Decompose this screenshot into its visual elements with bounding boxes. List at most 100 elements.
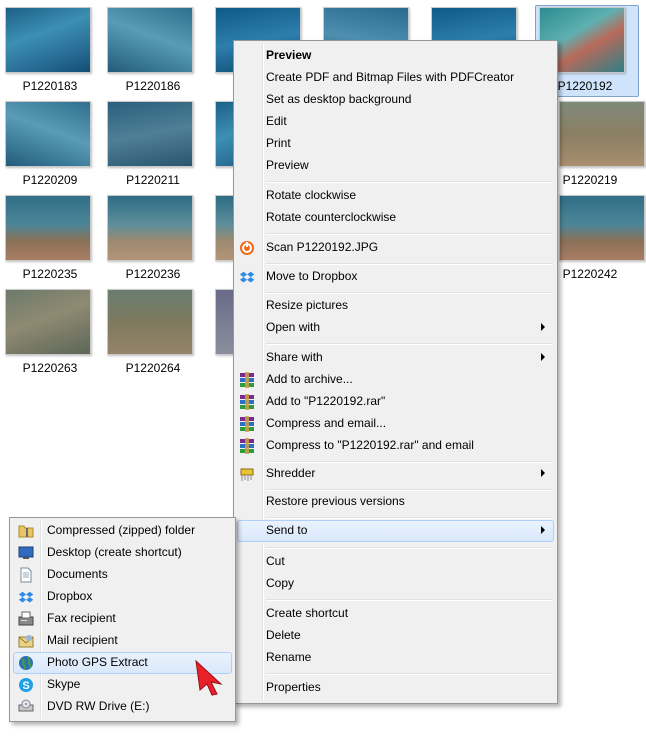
menu-item-label: Compress to "P1220192.rar" and email <box>266 438 474 452</box>
menu-item-add-to-rar[interactable]: Add to "P1220192.rar" <box>237 391 554 413</box>
menu-item-create-shortcut[interactable]: Create shortcut <box>237 603 554 625</box>
thumbnail-p1220263[interactable] <box>5 289 91 355</box>
menu-item-label: Add to "P1220192.rar" <box>266 394 386 408</box>
send-to-mail-recipient[interactable]: Mail recipient <box>13 630 232 652</box>
menu-item-label: Rotate clockwise <box>266 188 357 202</box>
thumbnail-p1220186[interactable] <box>107 7 193 73</box>
menu-item-label: Resize pictures <box>266 298 349 312</box>
thumbnail-p1220183[interactable] <box>5 7 91 73</box>
menu-item-label: Set as desktop background <box>266 92 412 106</box>
menu-item-label: Shredder <box>266 466 316 480</box>
menu-item-label: Edit <box>266 114 287 128</box>
thumbnail-label: P1220235 <box>22 267 78 281</box>
menu-item-add-to-archive[interactable]: Add to archive... <box>237 369 554 391</box>
menu-item-label: Preview <box>266 48 312 62</box>
thumbnail-label: P1220183 <box>22 79 78 93</box>
menu-item-rename[interactable]: Rename <box>237 647 554 669</box>
submenu-arrow-icon <box>541 353 545 361</box>
menu-item-copy[interactable]: Copy <box>237 573 554 595</box>
thumbnail-label: P1220186 <box>125 79 181 93</box>
thumbnail-label: P1220211 <box>126 173 180 187</box>
context-menu: Preview Create PDF and Bitmap Files with… <box>233 40 558 704</box>
thumbnail-label: P1220264 <box>125 361 181 375</box>
menu-item-label: Compress and email... <box>266 416 387 430</box>
menu-separator <box>266 673 553 675</box>
dvd-drive-icon <box>18 699 34 715</box>
menu-separator <box>266 547 553 549</box>
send-to-fax-recipient[interactable]: Fax recipient <box>13 608 232 630</box>
menu-item-move-to-dropbox[interactable]: Move to Dropbox <box>237 266 554 288</box>
menu-item-label: Send to <box>266 523 308 537</box>
menu-item-delete[interactable]: Delete <box>237 625 554 647</box>
menu-item-send-to[interactable]: Send to <box>237 520 554 542</box>
menu-separator <box>266 517 553 519</box>
thumbnail-p1220219[interactable] <box>559 101 645 167</box>
send-to-compressed-folder[interactable]: Compressed (zipped) folder <box>13 520 232 542</box>
menu-item-open-with[interactable]: Open with <box>237 317 554 339</box>
menu-item-label: Scan P1220192.JPG <box>266 240 379 254</box>
menu-item-label: Properties <box>266 680 321 694</box>
scan-icon <box>239 240 255 256</box>
thumbnail-label: P1220236 <box>125 267 181 281</box>
menu-item-label: Create shortcut <box>266 606 349 620</box>
menu-separator <box>266 292 553 294</box>
menu-item-cut[interactable]: Cut <box>237 551 554 573</box>
menu-item-compress-rar-and-email[interactable]: Compress to "P1220192.rar" and email <box>237 435 554 457</box>
shredder-icon <box>239 466 255 482</box>
menu-item-properties[interactable]: Properties <box>237 677 554 699</box>
menu-item-label: Desktop (create shortcut) <box>47 545 182 559</box>
menu-item-preview-default[interactable]: Preview <box>237 45 554 67</box>
send-to-desktop[interactable]: Desktop (create shortcut) <box>13 542 232 564</box>
thumbnail-p1220211[interactable] <box>107 101 193 167</box>
menu-item-share-with[interactable]: Share with <box>237 347 554 369</box>
menu-item-print[interactable]: Print <box>237 133 554 155</box>
menu-item-label: Preview <box>266 158 309 172</box>
menu-item-label: Print <box>266 136 291 150</box>
menu-item-label: Rotate counterclockwise <box>266 210 397 224</box>
menu-item-label: Create PDF and Bitmap Files with PDFCrea… <box>266 70 515 84</box>
winrar-icon <box>239 394 255 410</box>
send-to-documents[interactable]: Documents <box>13 564 232 586</box>
menu-item-rotate-counterclockwise[interactable]: Rotate counterclockwise <box>237 207 554 229</box>
menu-item-label: Cut <box>266 554 285 568</box>
winrar-icon <box>239 438 255 454</box>
red-pointer-arrow-icon <box>195 660 223 696</box>
menu-item-restore-previous-versions[interactable]: Restore previous versions <box>237 491 554 513</box>
menu-item-resize-pictures[interactable]: Resize pictures <box>237 295 554 317</box>
menu-separator <box>266 599 553 601</box>
menu-separator <box>266 263 553 265</box>
menu-item-set-desktop-background[interactable]: Set as desktop background <box>237 89 554 111</box>
menu-item-scan[interactable]: Scan P1220192.JPG <box>237 237 554 259</box>
menu-item-label: Rename <box>266 650 312 664</box>
dropbox-icon <box>239 269 255 285</box>
menu-item-label: Documents <box>47 567 108 581</box>
fax-icon <box>18 611 34 627</box>
thumbnail-p1220242[interactable] <box>559 195 645 261</box>
menu-item-compress-and-email[interactable]: Compress and email... <box>237 413 554 435</box>
thumbnail-p1220235[interactable] <box>5 195 91 261</box>
submenu-arrow-icon <box>541 323 545 331</box>
send-to-dvd-drive[interactable]: DVD RW Drive (E:) <box>13 696 232 718</box>
menu-item-edit[interactable]: Edit <box>237 111 554 133</box>
thumbnail-p1220264[interactable] <box>107 289 193 355</box>
menu-item-preview[interactable]: Preview <box>237 155 554 177</box>
winrar-icon <box>239 372 255 388</box>
dropbox-icon <box>18 589 34 605</box>
menu-separator <box>266 233 553 235</box>
desktop-icon <box>18 545 34 561</box>
send-to-dropbox[interactable]: Dropbox <box>13 586 232 608</box>
menu-item-create-pdf[interactable]: Create PDF and Bitmap Files with PDFCrea… <box>237 67 554 89</box>
menu-item-label: Compressed (zipped) folder <box>47 523 196 537</box>
zip-folder-icon <box>18 523 34 539</box>
menu-item-label: Skype <box>47 677 81 691</box>
svg-text:S: S <box>22 680 29 692</box>
menu-separator <box>266 343 553 345</box>
menu-item-rotate-clockwise[interactable]: Rotate clockwise <box>237 185 554 207</box>
menu-item-shredder[interactable]: Shredder <box>237 463 554 485</box>
submenu-arrow-icon <box>541 469 545 477</box>
menu-item-label: Share with <box>266 350 323 364</box>
thumbnail-p1220236[interactable] <box>107 195 193 261</box>
menu-item-label: Copy <box>266 576 295 590</box>
thumbnail-label: P1220209 <box>22 173 78 187</box>
thumbnail-p1220209[interactable] <box>5 101 91 167</box>
